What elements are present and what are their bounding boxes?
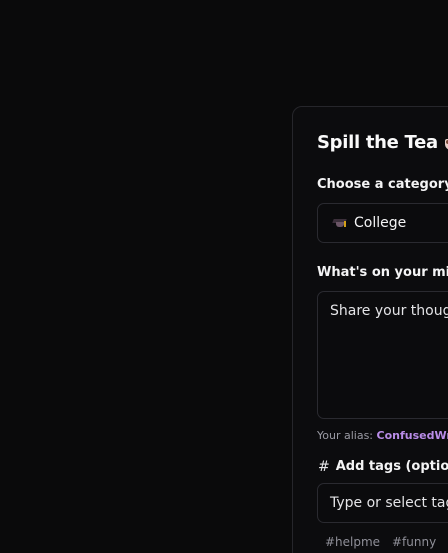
graduation-cap-icon [332, 217, 347, 229]
tags-label-text: Add tags (optiona [335, 459, 448, 474]
tags-label: # Add tags (optiona [318, 459, 448, 474]
message-placeholder: Share your thought [330, 303, 448, 319]
message-textarea[interactable]: Share your thought [317, 291, 448, 419]
suggested-tag-helpme[interactable]: #helpme [325, 535, 380, 549]
message-label: What's on your mind [317, 265, 448, 280]
category-selected-value: College [354, 215, 407, 231]
page: Spill the Tea Choose a category College … [0, 0, 448, 553]
tea-cup-icon [444, 135, 448, 151]
form-title: Spill the Tea [317, 132, 448, 153]
tags-input[interactable]: Type or select tags. [317, 483, 448, 523]
alias-name: ConfusedWrit [376, 429, 448, 442]
alias-line: Your alias: ConfusedWrit [317, 429, 448, 442]
alias-prefix: Your alias: [317, 429, 374, 442]
form-title-text: Spill the Tea [317, 132, 438, 153]
suggested-tag-funny[interactable]: #funny [392, 535, 436, 549]
hash-icon: # [318, 458, 330, 475]
category-select[interactable]: College [317, 203, 448, 243]
category-label: Choose a category [317, 177, 448, 192]
tags-placeholder: Type or select tags. [330, 495, 448, 511]
